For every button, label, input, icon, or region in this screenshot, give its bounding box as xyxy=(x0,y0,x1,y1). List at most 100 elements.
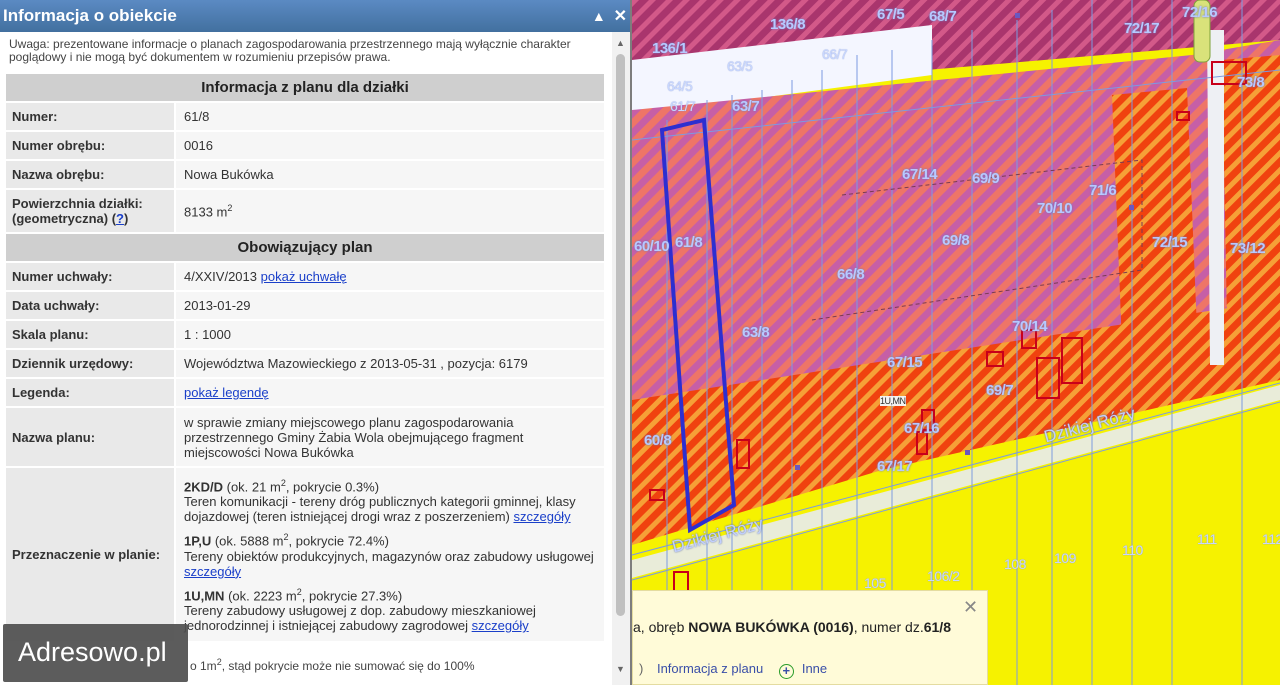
parcel-label: 67/16 xyxy=(904,420,940,437)
section-title: Informacja z planu dla działki xyxy=(4,72,606,103)
popup-precinct: NOWA BUKÓWKA (0016) xyxy=(688,619,854,635)
zone-label: 1U,MN xyxy=(880,396,906,406)
row-label: Skala planu: xyxy=(4,319,176,350)
row-label-text: (geometryczna) ( xyxy=(12,211,117,226)
plan-scale: 1 : 1000 xyxy=(174,319,606,350)
row-label: Nazwa planu: xyxy=(4,406,176,468)
popup-parcel-number: 61/8 xyxy=(923,619,951,635)
show-legend-link[interactable]: pokaż legendę xyxy=(184,385,269,400)
parcel-label: 73/8 xyxy=(1237,74,1265,91)
parcel-label: 72/17 xyxy=(1124,20,1160,37)
other-link[interactable]: Inne xyxy=(802,661,827,676)
show-resolution-link[interactable]: pokaż uchwałę xyxy=(261,269,347,284)
scroll-thumb[interactable] xyxy=(616,54,625,616)
parcel-label: 61/8 xyxy=(675,234,703,251)
purpose-item: 2KD/D (ok. 21 m2, pokrycie 0.3%) Teren k… xyxy=(184,476,604,524)
panel-title: Informacja o obiekcie xyxy=(3,6,177,25)
purpose-code: 2KD/D xyxy=(184,479,224,495)
parcel-label: 136/8 xyxy=(770,16,806,33)
parcel-number: 61/8 xyxy=(174,101,606,132)
purpose-code: 1U,MN xyxy=(184,587,225,603)
parcel-label: 67/15 xyxy=(887,354,923,371)
row-label: Data uchwały: xyxy=(4,290,176,321)
watermark-logo: Adresowo.pl xyxy=(3,624,188,682)
parcel-label: 69/7 xyxy=(986,382,1014,399)
popup-text: , numer dz. xyxy=(853,619,924,635)
coverage-footnote: o 1m2, stąd pokrycie może nie sumować si… xyxy=(190,657,475,673)
row-label-text: ) xyxy=(123,211,129,226)
purpose-stats: , pokrycie 0.3%) xyxy=(285,479,380,495)
close-icon[interactable]: ✕ xyxy=(963,597,978,618)
parcel-label: 71/6 xyxy=(1089,182,1117,199)
purpose-code: 1P,U xyxy=(184,533,212,549)
parcel-label: 69/8 xyxy=(942,232,970,249)
purpose-item: 1U,MN (ok. 2223 m2, pokrycie 27.3%) Tere… xyxy=(184,585,604,633)
parcel-label: 61/7 xyxy=(670,98,696,114)
parcel-label: 72/16 xyxy=(1182,4,1218,21)
map-info-popup: ✕ a, obręb NOWA BUKÓWKA (0016), numer dz… xyxy=(632,590,988,685)
row-label: Legenda: xyxy=(4,377,176,408)
details-link[interactable]: szczegóły xyxy=(184,564,241,579)
disclaimer-notice: Uwaga: prezentowane informacje o planach… xyxy=(9,37,571,64)
parcel-label: 66/8 xyxy=(837,266,865,283)
plus-circle-icon[interactable]: + xyxy=(778,664,794,679)
purpose-description: Tereny obiektów produkcyjnych, magazynów… xyxy=(184,548,594,564)
help-link[interactable]: ? xyxy=(116,211,124,226)
parcel-label: 136/1 xyxy=(652,40,688,57)
plan-name: w sprawie zmiany miejscowego planu zagos… xyxy=(174,406,606,468)
parcel-label: 106/2 xyxy=(927,568,960,584)
footnote-text: , stąd pokrycie może nie sumować się do … xyxy=(221,659,475,673)
area-unit-sup: 2 xyxy=(227,202,233,213)
panel-scrollbar[interactable]: ▲ ▼ xyxy=(612,32,630,685)
row-label: Dziennik urzędowy: xyxy=(4,348,176,379)
panel-header: Informacja o obiekcie ▲ ✕ xyxy=(0,0,630,32)
popup-links: ) Informacja z planu + Inne xyxy=(633,661,827,679)
details-link[interactable]: szczegóły xyxy=(472,618,529,633)
parcel-label: 112 xyxy=(1262,531,1280,547)
parcel-label: 108 xyxy=(1004,556,1026,572)
scroll-down-icon[interactable]: ▼ xyxy=(616,664,625,674)
parcel-label: 67/17 xyxy=(877,458,913,475)
plan-purposes: 2KD/D (ok. 21 m2, pokrycie 0.3%) Teren k… xyxy=(174,466,606,643)
row-label: Nazwa obrębu: xyxy=(4,159,176,190)
close-icon[interactable]: ✕ xyxy=(614,8,627,25)
parcel-label: 73/12 xyxy=(1230,240,1266,257)
panel-body: Uwaga: prezentowane informacje o planach… xyxy=(0,32,612,685)
parcel-label: 72/15 xyxy=(1152,234,1188,251)
parcel-label: 64/5 xyxy=(667,78,693,94)
parcel-info-table: Informacja z planu dla działki Numer: 61/… xyxy=(4,72,606,643)
scroll-up-icon[interactable]: ▲ xyxy=(616,38,625,48)
popup-parcel-line: a, obręb NOWA BUKÓWKA (0016), numer dz.6… xyxy=(633,619,951,635)
parcel-label: 109 xyxy=(1054,550,1076,566)
precinct-name: Nowa Bukówka xyxy=(174,159,606,190)
object-info-panel: Informacja o obiekcie ▲ ✕ Uwaga: prezent… xyxy=(0,0,632,685)
legend-cell: pokaż legendę xyxy=(174,377,606,408)
row-label: Numer uchwały: xyxy=(4,261,176,292)
parcel-label: 67/5 xyxy=(877,6,905,23)
purpose-stats: (ok. 21 m xyxy=(223,479,281,495)
official-journal: Województwa Mazowieckiego z 2013-05-31 ,… xyxy=(174,348,606,379)
parcel-label: 110 xyxy=(1122,542,1143,558)
parcel-label: 63/5 xyxy=(727,58,753,74)
area-value: 8133 m xyxy=(184,204,228,220)
parcel-area: 8133 m2 xyxy=(174,188,606,234)
map-view[interactable]: 136/8 67/5 68/7 72/17 72/16 136/1 63/5 6… xyxy=(632,0,1280,685)
purpose-stats: (ok. 2223 m xyxy=(224,587,297,603)
parcel-label: 67/14 xyxy=(902,166,938,183)
row-label: Przeznaczenie w planie: xyxy=(4,466,176,643)
parcel-label: 70/14 xyxy=(1012,318,1048,335)
row-label: Numer obrębu: xyxy=(4,130,176,161)
purpose-stats: , pokrycie 27.3%) xyxy=(301,587,403,603)
parcel-label: 66/7 xyxy=(822,46,848,62)
details-link[interactable]: szczegóły xyxy=(513,509,570,524)
resolution-date: 2013-01-29 xyxy=(174,290,606,321)
popup-text: , obręb xyxy=(640,619,689,635)
parcel-label: 68/7 xyxy=(929,8,957,25)
row-label: Numer: xyxy=(4,101,176,132)
plan-info-link[interactable]: Informacja z planu xyxy=(657,661,763,676)
parcel-label: 60/10 xyxy=(634,238,670,255)
collapse-icon[interactable]: ▲ xyxy=(592,8,606,24)
resolution-number-value: 4/XXIV/2013 xyxy=(184,269,257,284)
section-title: Obowiązujący plan xyxy=(4,232,606,263)
parcel-label: 111 xyxy=(1197,531,1217,547)
